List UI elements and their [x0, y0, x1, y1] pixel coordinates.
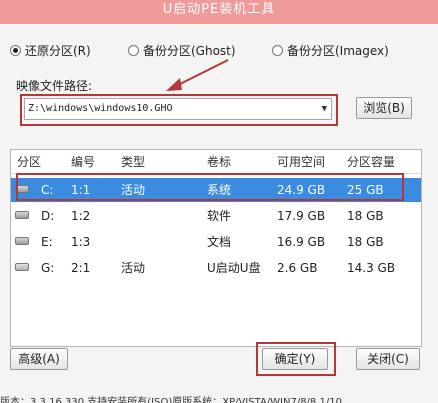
radio-backup-imagex-label: 备份分区(Imagex): [287, 44, 389, 58]
main-panel: 还原分区(R) 备份分区(Ghost) 备份分区(Imagex) 映像文件路径:…: [0, 24, 438, 403]
col-type[interactable]: 类型: [121, 150, 145, 174]
table-header: 分区 编号 类型 卷标 可用空间 分区容量: [11, 150, 421, 174]
cell-size: 14.3 GB: [347, 261, 396, 275]
cell-number: 1:2: [71, 209, 91, 223]
hard-disk-icon: [15, 237, 29, 245]
image-path-select[interactable]: Z:\windows\windows10.GHO ▼: [24, 98, 332, 120]
cell-label: U启动U盘: [207, 261, 261, 275]
radio-restore[interactable]: [10, 45, 21, 56]
cell-size: 18 GB: [347, 235, 384, 249]
radio-backup-imagex-option[interactable]: 备份分区(Imagex): [272, 42, 389, 59]
chevron-down-icon[interactable]: ▼: [322, 99, 327, 119]
advanced-button[interactable]: 高级(A): [10, 348, 68, 370]
annotation-box-row: [16, 173, 404, 201]
col-size[interactable]: 分区容量: [347, 150, 395, 174]
table-row[interactable]: G: 2:1 活动 U启动U盘 2.6 GB 14.3 GB: [11, 256, 421, 280]
cell-partition: D:: [41, 209, 55, 223]
cell-partition: G:: [41, 261, 55, 275]
status-bar: 版本：3.3.16.330 支持安装所有(ISO)原版系统：XP/VISTA/W…: [0, 397, 342, 403]
cell-number: 1:3: [71, 235, 91, 249]
cell-free: 2.6 GB: [277, 261, 318, 275]
ok-button[interactable]: 确定(Y): [262, 348, 328, 370]
cell-partition: E:: [41, 235, 53, 249]
col-partition[interactable]: 分区: [17, 150, 41, 174]
col-free[interactable]: 可用空间: [277, 150, 325, 174]
cell-label: 软件: [207, 209, 232, 223]
radio-restore-option[interactable]: 还原分区(R): [10, 42, 91, 59]
image-path-value: Z:\windows\windows10.GHO: [28, 103, 173, 114]
col-label[interactable]: 卷标: [207, 150, 231, 174]
window-title: U启动PE装机工具: [0, 0, 438, 24]
radio-backup-ghost-option[interactable]: 备份分区(Ghost): [128, 42, 236, 59]
hard-disk-icon: [15, 211, 29, 219]
table-row[interactable]: E: 1:3 文档 16.9 GB 18 GB: [11, 230, 421, 254]
browse-button[interactable]: 浏览(B): [356, 97, 412, 119]
cell-label: 文档: [207, 235, 232, 249]
cell-free: 16.9 GB: [277, 235, 326, 249]
radio-backup-imagex[interactable]: [272, 45, 283, 56]
radio-backup-ghost-label: 备份分区(Ghost): [143, 44, 236, 58]
cell-number: 2:1: [71, 261, 91, 275]
cell-free: 17.9 GB: [277, 209, 326, 223]
image-path-label: 映像文件路径:: [16, 79, 93, 93]
table-row[interactable]: D: 1:2 软件 17.9 GB 18 GB: [11, 204, 421, 228]
mode-options: 还原分区(R) 备份分区(Ghost) 备份分区(Imagex): [0, 42, 438, 60]
col-number[interactable]: 编号: [71, 150, 95, 174]
cell-size: 18 GB: [347, 209, 384, 223]
radio-backup-ghost[interactable]: [128, 45, 139, 56]
radio-restore-label: 还原分区(R): [25, 44, 91, 58]
close-button[interactable]: 关闭(C): [356, 348, 420, 370]
usb-drive-icon: [15, 263, 29, 271]
cell-type: 活动: [121, 261, 146, 275]
